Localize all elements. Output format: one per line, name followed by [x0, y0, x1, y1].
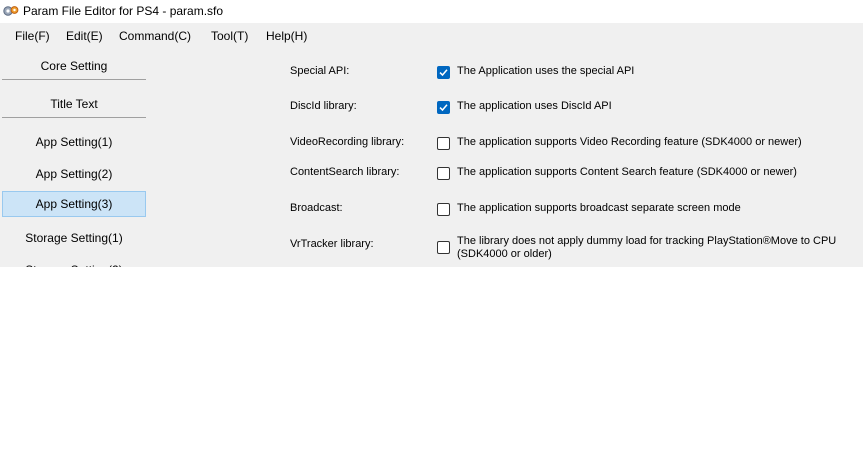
videorecording-library-checkbox[interactable] — [437, 137, 450, 150]
checkmark-icon — [439, 104, 448, 112]
discid-library-checkbox[interactable] — [437, 101, 450, 114]
checkmark-icon — [439, 69, 448, 77]
special-api-description: The Application uses the special API — [457, 65, 635, 77]
settings-panel: Core Setting Title Text App Setting(1) A… — [0, 49, 863, 267]
sidebar-item-app-setting-2[interactable]: App Setting(2) — [2, 161, 146, 187]
title-bar[interactable]: Param File Editor for PS4 - param.sfo — [0, 0, 863, 23]
menu-tool[interactable]: Tool(T) — [211, 29, 248, 43]
sidebar-item-app-setting-1[interactable]: App Setting(1) — [2, 129, 146, 155]
sidebar-item-app-setting-3[interactable]: App Setting(3) — [2, 191, 146, 217]
discid-library-label: DiscId library: — [290, 100, 357, 112]
sidebar-item-storage-setting-1[interactable]: Storage Setting(1) — [2, 225, 146, 251]
sidebar-item-storage-setting-2[interactable]: Storage Setting(2) — [2, 257, 146, 267]
vrtracker-library-checkbox[interactable] — [437, 241, 450, 254]
menu-edit[interactable]: Edit(E) — [66, 29, 103, 43]
menu-bar: File(F) Edit(E) Command(C) Tool(T) Help(… — [0, 23, 863, 49]
special-api-checkbox[interactable] — [437, 66, 450, 79]
broadcast-checkbox[interactable] — [437, 203, 450, 216]
sidebar-item-title-text[interactable]: Title Text — [2, 91, 146, 118]
contentsearch-library-description: The application supports Content Search … — [457, 166, 797, 178]
category-sidebar: Core Setting Title Text App Setting(1) A… — [0, 49, 148, 267]
discid-library-description: The application uses DiscId API — [457, 100, 612, 112]
videorecording-library-description: The application supports Video Recording… — [457, 136, 802, 148]
sidebar-item-core-setting[interactable]: Core Setting — [2, 53, 146, 80]
menu-file[interactable]: File(F) — [15, 29, 50, 43]
broadcast-description: The application supports broadcast separ… — [457, 202, 741, 214]
menu-help[interactable]: Help(H) — [266, 29, 307, 43]
app-gear-icon — [3, 6, 19, 16]
videorecording-library-label: VideoRecording library: — [290, 136, 405, 148]
vrtracker-library-label: VrTracker library: — [290, 238, 374, 250]
window-title: Param File Editor for PS4 - param.sfo — [23, 4, 224, 18]
broadcast-label: Broadcast: — [290, 202, 343, 214]
contentsearch-library-label: ContentSearch library: — [290, 166, 400, 178]
app-window: Param File Editor for PS4 - param.sfo Fi… — [0, 0, 863, 267]
vrtracker-library-description: The library does not apply dummy load fo… — [457, 235, 837, 260]
special-api-label: Special API: — [290, 65, 350, 77]
contentsearch-library-checkbox[interactable] — [437, 167, 450, 180]
menu-command[interactable]: Command(C) — [119, 29, 191, 43]
